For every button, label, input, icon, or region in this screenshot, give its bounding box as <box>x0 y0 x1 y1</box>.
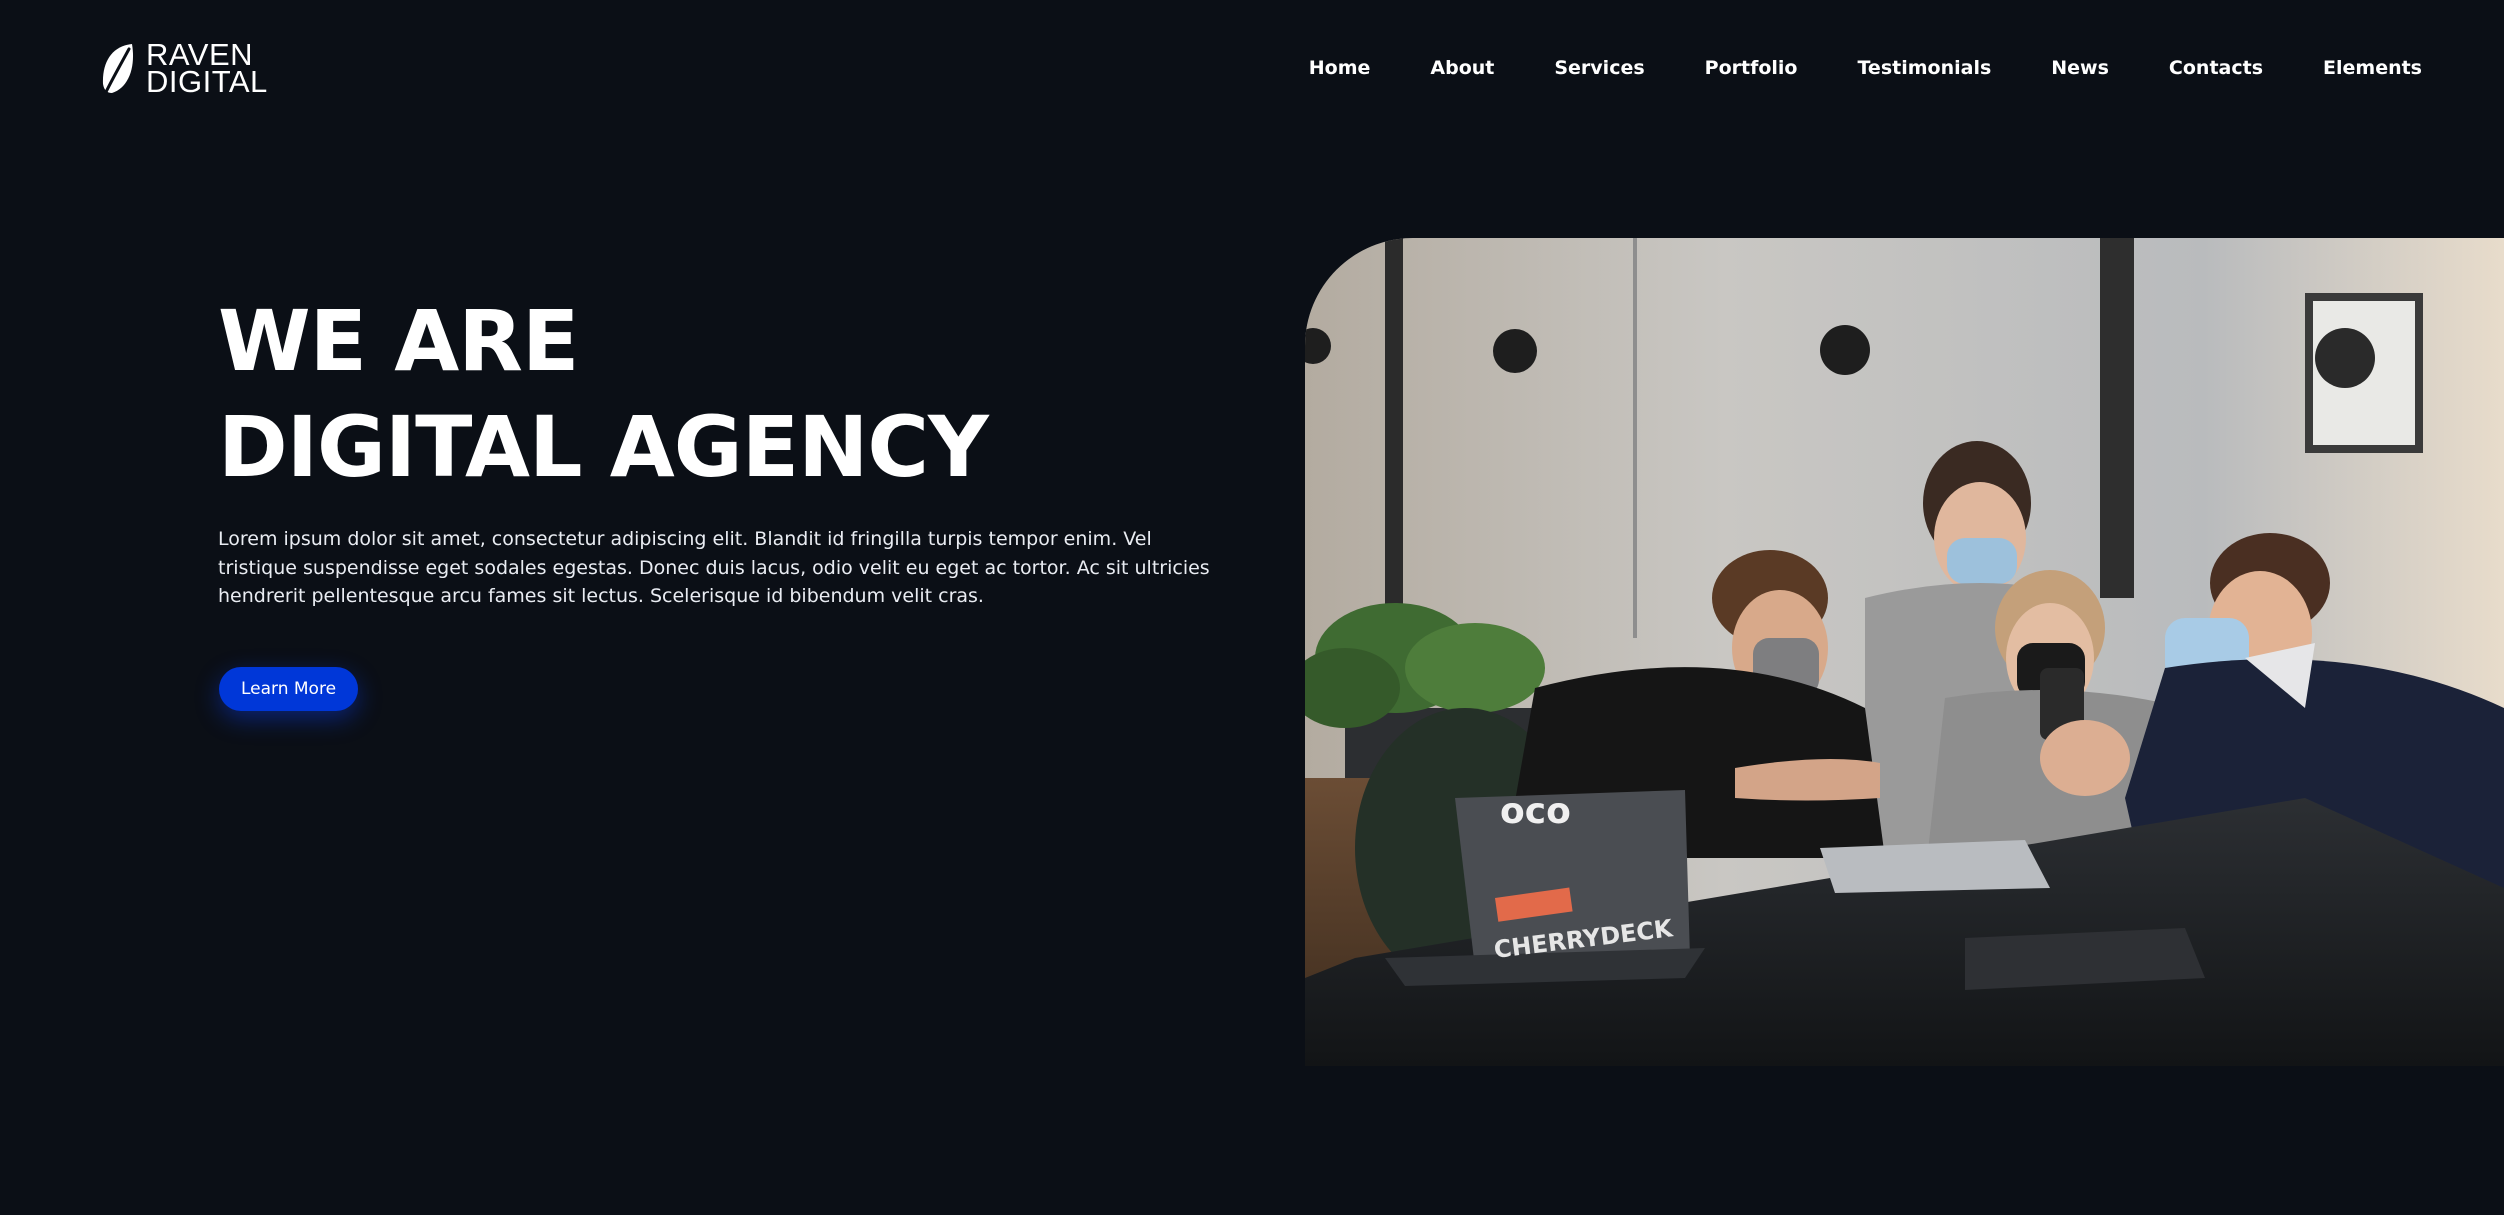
nav-item-testimonials[interactable]: Testimonials <box>1858 50 1992 86</box>
brand-wordmark: RAVEN DIGITAL <box>146 39 268 99</box>
nav-item-news[interactable]: News <box>2051 50 2109 86</box>
hero-title-line1: WE ARE <box>218 292 579 390</box>
leaf-icon <box>102 44 134 94</box>
site-header: RAVEN DIGITAL Home About Services Portfo… <box>0 0 2504 140</box>
nav-item-contacts[interactable]: Contacts <box>2169 50 2263 86</box>
nav-item-portfolio[interactable]: Portfolio <box>1705 50 1798 86</box>
brand-name-line2: DIGITAL <box>146 64 268 99</box>
svg-text:oco: oco <box>1500 791 1571 832</box>
hero-title-line2: DIGITAL AGENCY <box>218 398 989 496</box>
nav-item-elements[interactable]: Elements <box>2323 50 2422 86</box>
hero-description: Lorem ipsum dolor sit amet, consectetur … <box>218 528 1210 607</box>
team-photo: CHERRYDECK oco <box>1305 238 2504 1066</box>
nav-item-home[interactable]: Home <box>1309 50 1371 86</box>
hero-image: CHERRYDECK oco <box>1305 238 2504 1066</box>
nav-item-about[interactable]: About <box>1430 50 1494 86</box>
hero-title: WE ARE DIGITAL AGENCY <box>218 288 989 500</box>
learn-more-button[interactable]: Learn More <box>219 667 358 711</box>
nav-item-services[interactable]: Services <box>1554 50 1644 86</box>
landing-page: RAVEN DIGITAL Home About Services Portfo… <box>0 0 2504 1215</box>
main-nav: Home About Services Portfolio Testimonia… <box>1249 50 2422 86</box>
brand-logo[interactable]: RAVEN DIGITAL <box>98 38 268 98</box>
